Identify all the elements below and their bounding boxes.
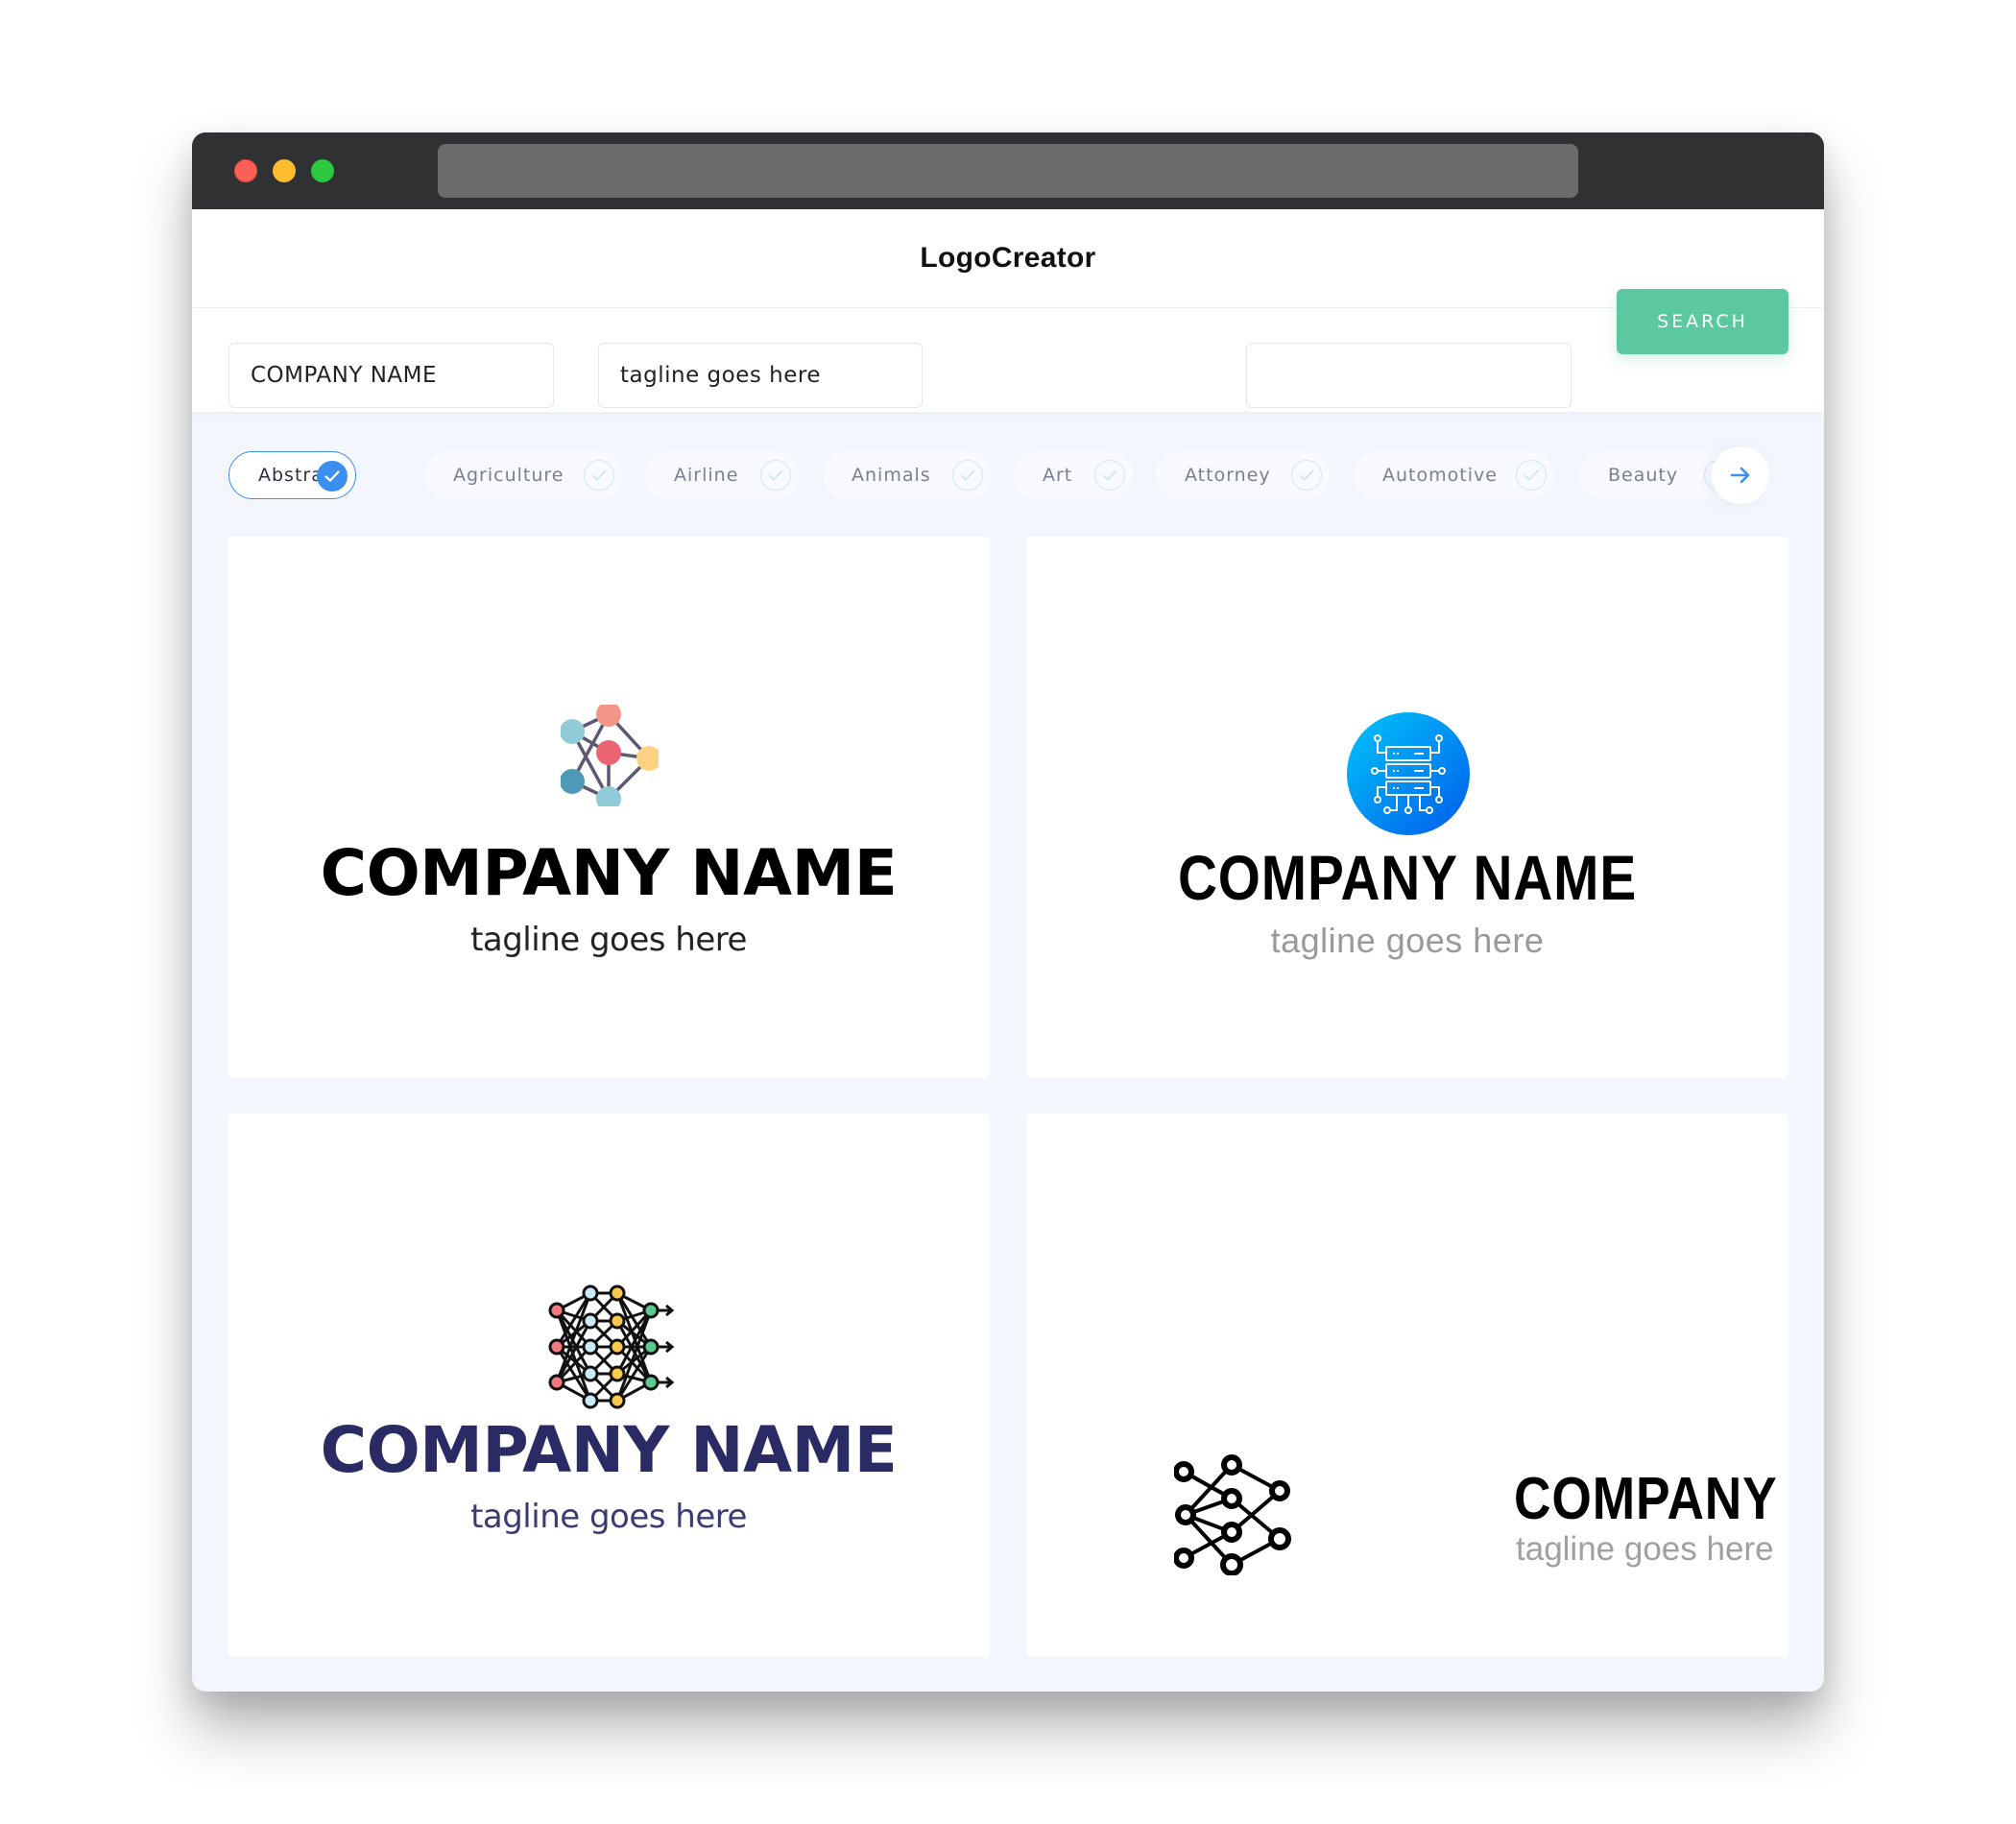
logo-company-name: COMPANY NAME	[320, 836, 898, 910]
molecule-network-icon	[561, 705, 659, 806]
logo-company-name: COMPANY NAME	[1177, 842, 1638, 913]
app-header: LogoCreator	[192, 209, 1824, 308]
category-chip-automotive[interactable]: Automotive	[1354, 451, 1554, 499]
category-chip-label: Beauty	[1608, 465, 1679, 486]
category-chip-agriculture[interactable]: Agriculture	[424, 451, 622, 499]
keyword-input[interactable]	[1246, 343, 1572, 408]
logo-card[interactable]: COMPANY NAME tagline goes here	[1026, 1114, 1788, 1657]
logo-card[interactable]: COMPANY NAME tagline goes here	[228, 1114, 990, 1657]
category-chip-label: Attorney	[1185, 465, 1271, 486]
logo-tagline: tagline goes here	[470, 1498, 747, 1536]
category-chip-label: Airline	[674, 465, 739, 486]
logo-card[interactable]: COMPANY NAME tagline goes here	[1026, 537, 1788, 1078]
category-chip-label: Automotive	[1382, 465, 1498, 486]
network-node	[548, 1374, 565, 1391]
network-node	[642, 1374, 660, 1391]
logo-tagline: tagline goes here	[470, 921, 747, 959]
app-title: LogoCreator	[920, 242, 1096, 274]
network-node	[609, 1312, 626, 1330]
browser-window: LogoCreator COMPANY NAME tagline goes he…	[192, 132, 1824, 1692]
neural-network-icon	[540, 1277, 677, 1411]
category-chip-label: Agriculture	[453, 465, 564, 486]
network-node	[548, 1302, 565, 1319]
network-node	[609, 1365, 626, 1382]
logo-company-name: COMPANY NAME	[320, 1413, 898, 1487]
next-categories-button[interactable]	[1712, 446, 1769, 504]
close-window-button[interactable]	[234, 159, 257, 182]
minimize-window-button[interactable]	[273, 159, 296, 182]
network-node	[609, 1338, 626, 1356]
node-graph-icon	[1174, 1454, 1295, 1575]
checkmark-icon	[317, 461, 348, 492]
category-chip-abstract[interactable]: Abstract	[228, 451, 356, 499]
checkmark-icon	[1291, 460, 1322, 491]
network-node	[642, 1338, 660, 1356]
checkmark-icon	[760, 460, 791, 491]
category-chip-label: Art	[1043, 465, 1073, 486]
network-node	[582, 1284, 599, 1302]
maximize-window-button[interactable]	[311, 159, 334, 182]
category-filter-bar: Abstract Agriculture Airline Animals Art	[192, 427, 1824, 514]
network-node	[582, 1392, 599, 1409]
title-bar	[192, 132, 1824, 209]
logo-company-name: COMPANY NAME	[1514, 1466, 1788, 1532]
network-node	[582, 1338, 599, 1356]
network-node	[582, 1312, 599, 1330]
checkmark-icon	[1094, 460, 1125, 491]
logo-tagline: tagline goes here	[1516, 1530, 1774, 1568]
logo-tagline: tagline goes here	[1270, 921, 1545, 960]
category-chip-airline[interactable]: Airline	[645, 451, 799, 499]
search-button[interactable]: SEARCH	[1617, 289, 1788, 354]
checkmark-icon	[952, 460, 983, 491]
company-name-input[interactable]: COMPANY NAME	[228, 343, 554, 408]
network-node	[609, 1392, 626, 1409]
checkmark-icon	[584, 460, 614, 491]
category-chip-animals[interactable]: Animals	[823, 451, 991, 499]
network-node	[642, 1302, 660, 1319]
tagline-input[interactable]: tagline goes here	[598, 343, 923, 408]
arrow-right-icon	[1730, 467, 1751, 484]
logo-card[interactable]: COMPANY NAME tagline goes here	[228, 537, 990, 1078]
category-chip-attorney[interactable]: Attorney	[1156, 451, 1330, 499]
address-bar[interactable]	[438, 144, 1578, 198]
network-node	[609, 1284, 626, 1302]
checkmark-icon	[1516, 460, 1547, 491]
category-chip-label: Animals	[852, 465, 931, 486]
network-node	[548, 1338, 565, 1356]
category-chip-art[interactable]: Art	[1014, 451, 1133, 499]
network-node	[582, 1365, 599, 1382]
search-row: COMPANY NAME tagline goes here	[192, 308, 1824, 412]
server-circuit-icon	[1347, 712, 1470, 835]
